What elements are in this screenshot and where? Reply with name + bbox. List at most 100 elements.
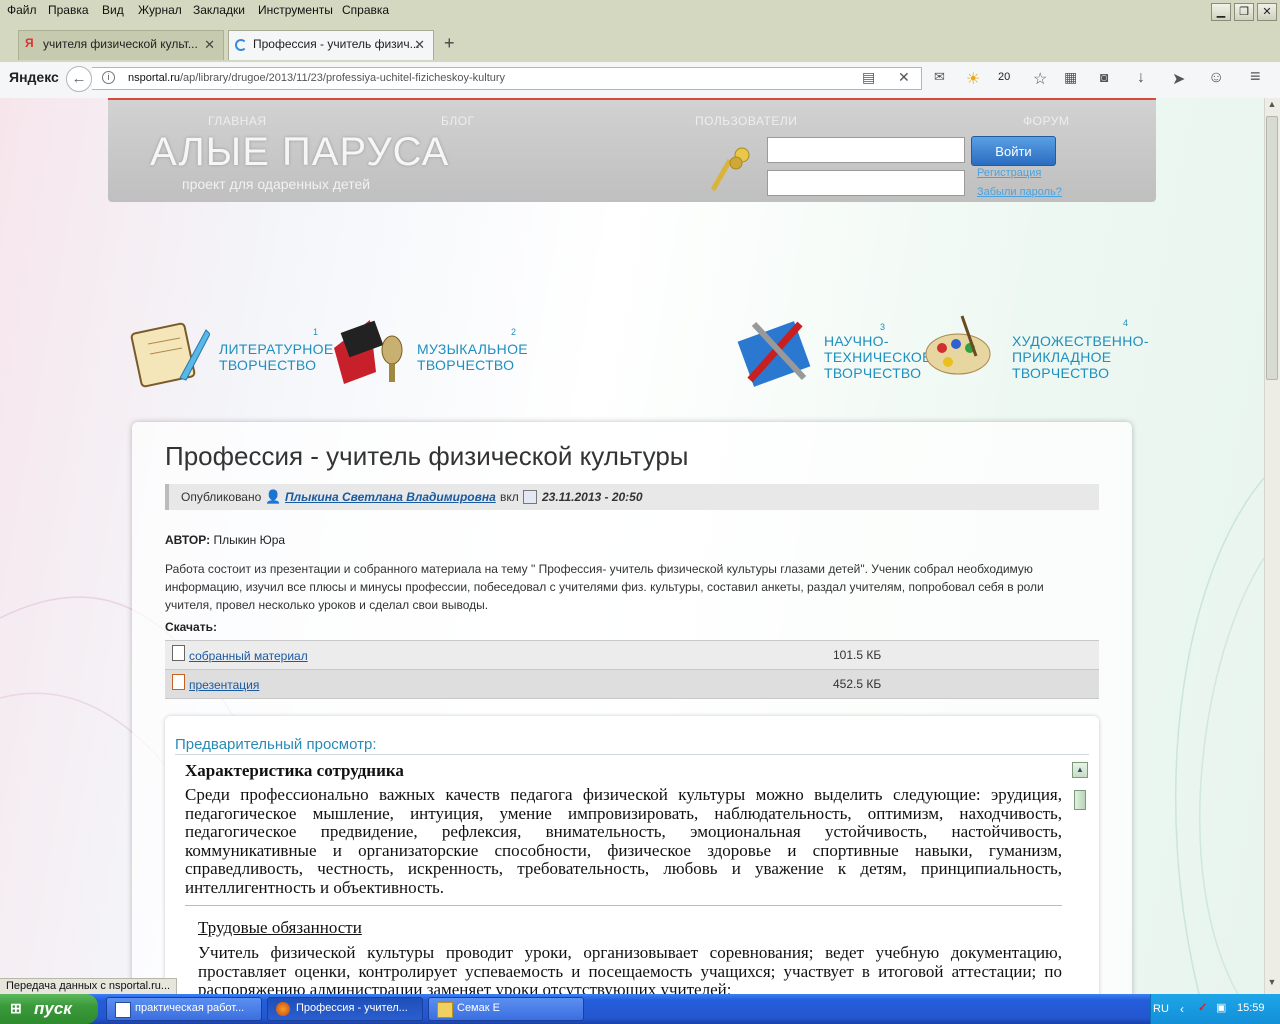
taskbar-firefox[interactable]: Профессия - учител...	[267, 997, 423, 1021]
category-music[interactable]: МУЗЫКАЛЬНОЕ ТВОРЧЕСТВО	[417, 341, 528, 373]
forgot-password-link[interactable]: Забыли пароль?	[977, 186, 1062, 198]
loading-spinner-icon	[235, 39, 247, 51]
download-row: презентация 452.5 КБ	[165, 669, 1099, 699]
tab-professiya[interactable]: Профессия - учитель физич... ✕	[228, 30, 434, 60]
category-literature[interactable]: ЛИТЕРАТУРНОЕ ТВОРЧЕСТВО	[219, 341, 334, 373]
category-number: 4	[1123, 318, 1129, 328]
menu-bar: Файл Правка Вид Журнал Закладки Инструме…	[0, 0, 1280, 23]
stop-loading-icon[interactable]: ✕	[898, 69, 910, 86]
download-row: собранный материал 101.5 КБ	[165, 640, 1099, 669]
smiley-icon[interactable]: ☺	[1208, 69, 1224, 87]
bookmark-star-icon[interactable]: ☆	[1033, 69, 1047, 89]
register-link[interactable]: Регистрация	[977, 167, 1041, 179]
taskbar-button-label: Семак Е	[457, 1002, 500, 1014]
menu-file[interactable]: Файл	[7, 3, 37, 17]
yandex-logo[interactable]: Яндекс	[9, 69, 59, 85]
article-description: Работа состоит из презентации и собранно…	[165, 562, 1044, 612]
taskbar-button-label: практическая работ...	[135, 1002, 245, 1014]
word-icon	[115, 1002, 131, 1018]
login-button[interactable]: Войти	[971, 136, 1056, 166]
meta-vkl: вкл	[500, 490, 519, 504]
category-applied-art[interactable]: ХУДОЖЕСТВЕННО- ПРИКЛАДНОЕ ТВОРЧЕСТВО	[1012, 333, 1149, 381]
tray-arrow-icon[interactable]: ‹	[1180, 1002, 1184, 1016]
taskbar-button-label: Профессия - учител...	[296, 1002, 408, 1014]
windows-logo-icon: ⊞	[10, 1000, 22, 1016]
back-arrow-icon[interactable]: ←	[66, 66, 92, 92]
technical-tools-icon[interactable]	[734, 312, 816, 392]
login-password-input[interactable]	[767, 170, 965, 196]
preview-label: Предварительный просмотр:	[175, 736, 377, 753]
taskbar-folder[interactable]: Семак Е	[428, 997, 584, 1021]
tray-clock: 15:59	[1237, 1002, 1265, 1014]
hamburger-menu-icon[interactable]: ≡	[1250, 66, 1261, 87]
site-logo-subtitle: проект для одаренных детей	[182, 176, 371, 192]
login-username-input[interactable]	[767, 137, 965, 163]
preview-scroll-up-icon[interactable]: ▲	[1072, 762, 1088, 778]
preview-divider	[175, 754, 1089, 755]
maximize-button[interactable]: ❐	[1234, 3, 1254, 21]
mail-icon[interactable]: ✉	[934, 69, 945, 85]
literature-notebook-icon[interactable]	[130, 318, 210, 388]
keys-icon	[710, 147, 750, 191]
tab-label: учителя физической культ...	[43, 37, 198, 51]
page-scroll-thumb[interactable]	[1266, 116, 1278, 380]
language-indicator[interactable]: RU	[1153, 1003, 1169, 1015]
weather-sun-icon[interactable]: ☀	[966, 69, 980, 89]
scroll-up-arrow-icon[interactable]: ▲	[1265, 99, 1279, 115]
category-number: 2	[511, 327, 517, 337]
download-link[interactable]: презентация	[189, 678, 259, 692]
start-label: пуск	[34, 999, 72, 1018]
file-size: 452.5 КБ	[833, 677, 882, 691]
publish-date: 23.11.2013 - 20:50	[542, 490, 643, 504]
page-title: Профессия - учитель физической культуры	[165, 441, 689, 471]
antivirus-icon[interactable]: ✓	[1198, 1001, 1207, 1014]
info-icon[interactable]: i	[102, 71, 115, 84]
nav-forum[interactable]: ФОРУМ	[1023, 114, 1069, 128]
scroll-down-arrow-icon[interactable]: ▼	[1265, 977, 1279, 993]
music-microphone-icon[interactable]	[330, 312, 410, 392]
published-label: Опубликовано	[181, 490, 262, 504]
tab-uchitelya[interactable]: Я учителя физической культ... ✕	[18, 30, 224, 60]
category-technical[interactable]: НАУЧНО- ТЕХНИЧЕСКОЕ ТВОРЧЕСТВО	[824, 333, 932, 381]
menu-bookmarks[interactable]: Закладки	[193, 3, 245, 17]
menu-history[interactable]: Журнал	[138, 3, 182, 17]
taskbar-word-document[interactable]: практическая работ...	[106, 997, 262, 1021]
url-text[interactable]: nsportal.ru/ap/library/drugoe/2013/11/23…	[128, 72, 505, 84]
author-line: АВТОР: Плыкин Юра	[165, 533, 286, 547]
category-number: 1	[313, 327, 319, 337]
start-button[interactable]: ⊞ пуск	[0, 994, 98, 1024]
file-size: 101.5 КБ	[833, 648, 882, 662]
yandex-favicon-icon: Я	[25, 36, 34, 50]
preview-scrollbar[interactable]: ▲	[1072, 762, 1088, 1002]
firefox-icon	[276, 1002, 290, 1016]
art-palette-icon[interactable]	[922, 312, 998, 382]
reader-view-icon[interactable]: ▤	[862, 69, 875, 86]
nav-users[interactable]: ПОЛЬЗОВАТЕЛИ	[695, 114, 797, 128]
menu-view[interactable]: Вид	[102, 3, 124, 17]
weather-temperature[interactable]: 20	[998, 71, 1010, 83]
close-window-button[interactable]: ✕	[1257, 3, 1277, 21]
download-arrow-icon[interactable]: ↓	[1137, 69, 1145, 87]
network-icon[interactable]: ▣	[1216, 1001, 1226, 1014]
minimize-button[interactable]: ▁	[1211, 3, 1231, 21]
doc-divider	[185, 905, 1062, 906]
preview-scroll-thumb[interactable]	[1074, 790, 1086, 810]
user-icon: 👤	[265, 489, 282, 504]
author-link[interactable]: Плыкина Светлана Владимировна	[285, 490, 496, 504]
tab-close-icon[interactable]: ✕	[204, 37, 215, 53]
menu-edit[interactable]: Правка	[48, 3, 89, 17]
pocket-icon[interactable]: ◙	[1100, 69, 1108, 85]
menu-tools[interactable]: Инструменты	[258, 3, 333, 17]
bookmarks-list-icon[interactable]: ▦	[1064, 69, 1077, 86]
new-tab-plus-icon[interactable]: +	[444, 33, 455, 54]
nav-home[interactable]: ГЛАВНАЯ	[208, 114, 267, 128]
send-tab-icon[interactable]: ➤	[1172, 69, 1185, 89]
tab-close-icon[interactable]: ✕	[414, 37, 425, 53]
site-logo-title[interactable]: АЛЫЕ ПАРУСА	[150, 130, 449, 175]
menu-help[interactable]: Справка	[342, 3, 389, 17]
download-link[interactable]: собранный материал	[189, 649, 308, 663]
doc-paragraph: Учитель физической культуры проводит уро…	[198, 943, 1062, 999]
nav-blog[interactable]: БЛОГ	[441, 114, 475, 128]
doc-heading: Характеристика сотрудника	[185, 761, 404, 780]
tab-label: Профессия - учитель физич...	[253, 37, 420, 51]
